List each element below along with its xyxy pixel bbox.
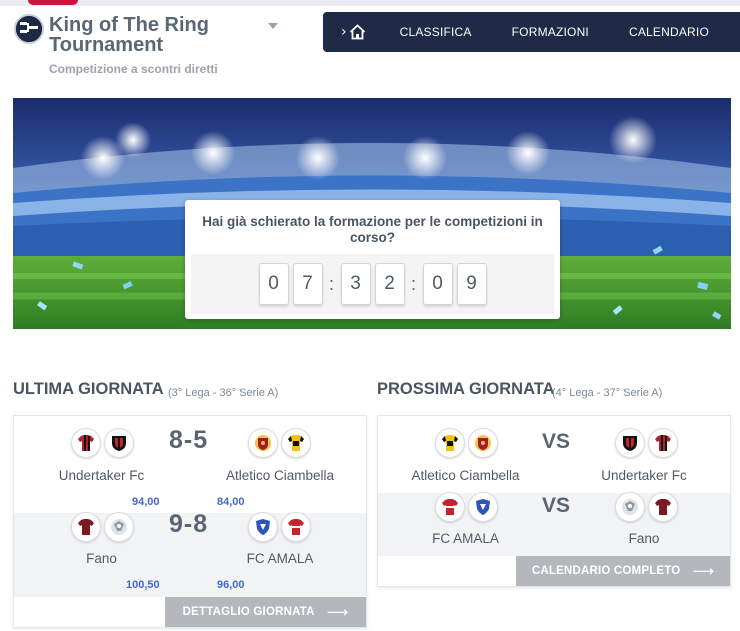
versus-label: VS (542, 494, 571, 517)
away-team-name[interactable]: Undertaker Fc (558, 468, 730, 483)
crest-icon (104, 428, 134, 458)
next-round-panel: VS Atletico Ciambella Undertaker Fc VS F… (377, 415, 731, 587)
jersey-icon (71, 428, 101, 458)
match-score: 9-8 (169, 510, 209, 538)
jersey-icon (435, 492, 465, 522)
versus-label: VS (542, 430, 571, 453)
deadline-card: Hai già schierato la formazione per le c… (185, 200, 560, 319)
crest-icon (248, 428, 278, 458)
arrow-right-icon: ⟶ (326, 603, 349, 621)
crest-icon (248, 512, 278, 542)
top-chip (28, 0, 78, 5)
jersey-icon (281, 428, 311, 458)
countdown-digit: 2 (374, 263, 405, 305)
full-calendar-button[interactable]: CALENDARIO COMPLETO ⟶ (516, 556, 730, 586)
crest-icon (468, 492, 498, 522)
nav-home[interactable]: › (323, 12, 380, 52)
countdown-digit: 7 (292, 263, 323, 305)
countdown-digit: 9 (456, 263, 487, 305)
home-team-jerseys (71, 512, 137, 542)
countdown-separator: : (410, 273, 416, 294)
jersey-icon (71, 512, 101, 542)
round-detail-label: DETTAGLIO GIORNATA (182, 606, 315, 618)
round-detail-button[interactable]: DETTAGLIO GIORNATA ⟶ (165, 597, 366, 627)
away-team-name[interactable]: Atletico Ciambella (194, 468, 366, 483)
stadium-banner: Hai già schierato la formazione per le c… (13, 98, 731, 329)
crest-icon (104, 512, 134, 542)
jersey-icon (648, 492, 678, 522)
away-team-points: 96,00 (217, 579, 245, 591)
home-team-name[interactable]: Undertaker Fc (14, 468, 189, 483)
league-logo-icon[interactable] (14, 14, 44, 44)
crest-icon (468, 428, 498, 458)
countdown-separator: : (328, 273, 334, 294)
last-round-title: ULTIMA GIORNATA (13, 380, 164, 398)
away-team-name[interactable]: FC AMALA (194, 551, 366, 566)
last-round-subtitle: (3° Lega - 36° Serie A) (168, 387, 279, 399)
home-team-jerseys (71, 428, 137, 458)
home-icon (349, 24, 365, 40)
away-team-jerseys (615, 492, 681, 522)
last-round-panel: 8-5 Undertaker Fc Atletico Ciambella 94,… (13, 415, 367, 628)
chevron-right-icon: › (341, 24, 347, 40)
jersey-icon (648, 428, 678, 458)
away-team-jerseys (248, 512, 314, 542)
countdown-timer: 0 7 : 3 2 : 0 9 (191, 254, 554, 314)
match-score: 8-5 (169, 426, 209, 454)
league-dropdown-caret-icon[interactable] (268, 23, 278, 29)
next-round-title: PROSSIMA GIORNATA (377, 380, 555, 398)
home-team-name[interactable]: FC AMALA (378, 531, 553, 546)
away-team-jerseys (615, 428, 681, 458)
league-subtitle: Competizione a scontri diretti (49, 62, 218, 76)
away-team-name[interactable]: Fano (558, 531, 730, 546)
next-round-subtitle: (4° Lega - 37° Serie A) (552, 387, 663, 399)
away-team-points: 84,00 (217, 496, 245, 508)
arrow-right-icon: ⟶ (692, 562, 715, 580)
home-team-name[interactable]: Fano (14, 551, 189, 566)
nav-formazioni[interactable]: FORMAZIONI (492, 12, 609, 52)
crest-icon (615, 428, 645, 458)
countdown-digit: 3 (340, 263, 371, 305)
nav-more[interactable]: FA (729, 12, 740, 52)
jersey-icon (435, 428, 465, 458)
league-title[interactable]: King of The Ring Tournament (49, 15, 259, 55)
home-team-jerseys (435, 428, 501, 458)
jersey-icon (281, 512, 311, 542)
home-team-points: 94,00 (132, 496, 160, 508)
away-team-jerseys (248, 428, 314, 458)
main-nav: › CLASSIFICA FORMAZIONI CALENDARIO FA (323, 12, 740, 52)
nav-classifica[interactable]: CLASSIFICA (380, 12, 492, 52)
countdown-digit: 0 (422, 263, 453, 305)
home-team-points: 100,50 (126, 579, 160, 591)
countdown-digit: 0 (258, 263, 289, 305)
top-strip (0, 0, 740, 6)
deadline-question: Hai già schierato la formazione per le c… (202, 214, 543, 245)
crest-icon (615, 492, 645, 522)
nav-calendario[interactable]: CALENDARIO (609, 12, 729, 52)
full-calendar-label: CALENDARIO COMPLETO (531, 565, 681, 577)
home-team-name[interactable]: Atletico Ciambella (378, 468, 553, 483)
home-team-jerseys (435, 492, 501, 522)
